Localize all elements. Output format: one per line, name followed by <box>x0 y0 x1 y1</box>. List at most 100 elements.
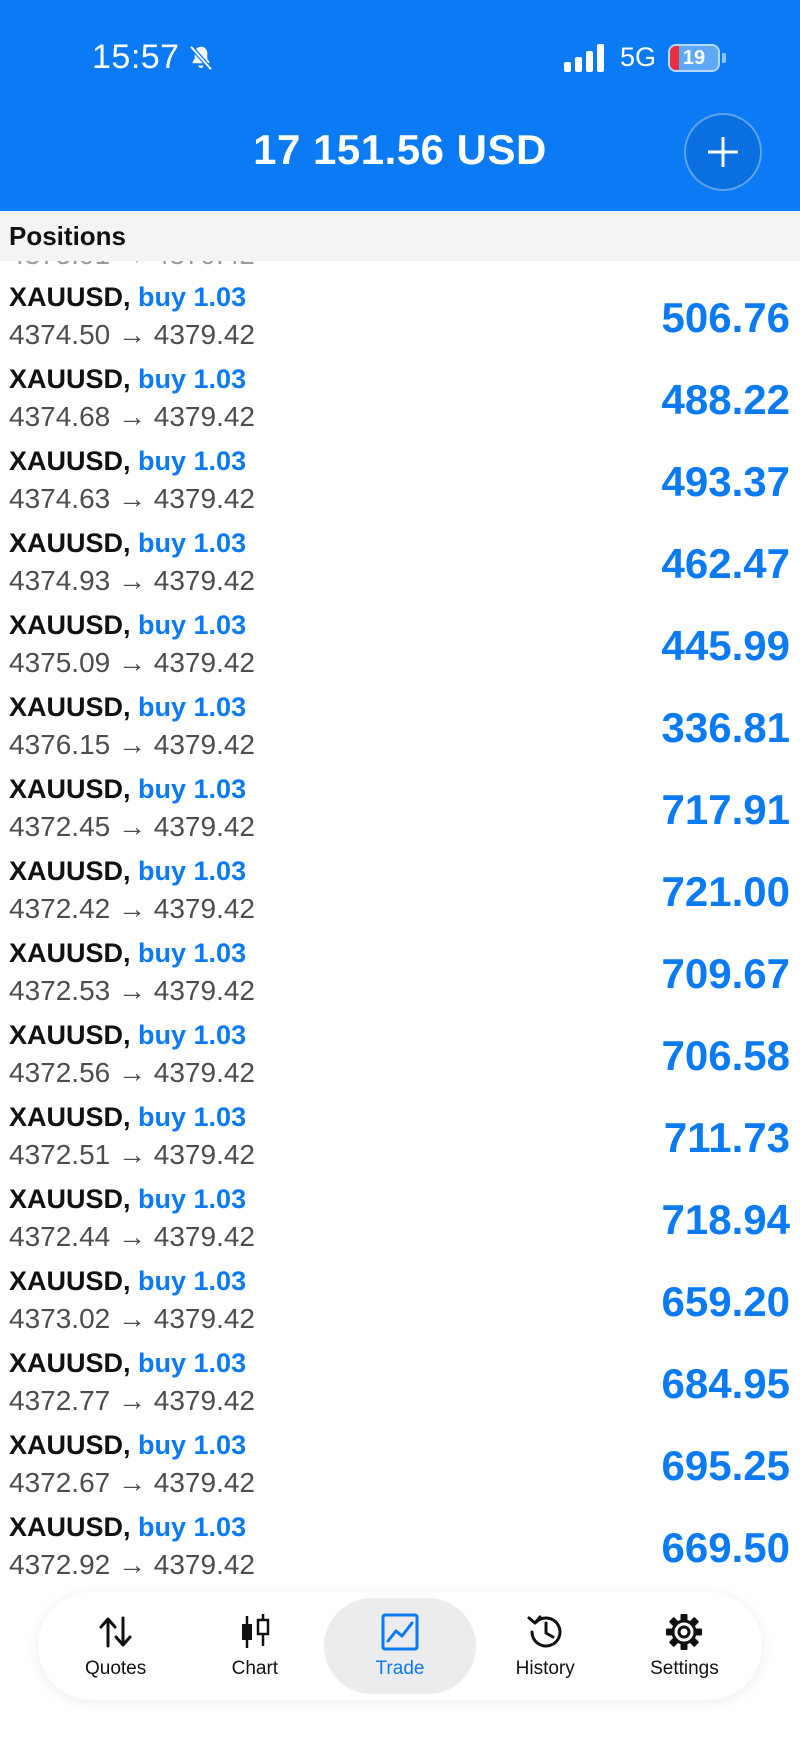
current-price: 4379.42 <box>153 975 255 1006</box>
open-price: 4373.02 <box>9 1303 111 1334</box>
tab-history[interactable]: History <box>476 1598 615 1694</box>
position-row[interactable]: XAUUSD, buy 1.03 4375.09 → 4379.42 445.99 <box>0 610 800 692</box>
position-side-volume: buy 1.03 <box>138 446 247 476</box>
arrow-right-icon: → <box>118 1303 146 1334</box>
position-symbol: XAUUSD, <box>9 938 131 968</box>
battery-tip <box>722 52 726 63</box>
arrow-right-icon: → <box>118 893 146 924</box>
current-price: 4379.42 <box>153 319 255 350</box>
open-price: 4374.50 <box>9 319 111 350</box>
position-symbol: XAUUSD, <box>9 282 131 312</box>
position-row[interactable]: XAUUSD, buy 1.03 4372.92 → 4379.42 669.50 <box>0 1512 800 1594</box>
status-time-text: 15:57 <box>92 38 180 76</box>
position-row[interactable]: XAUUSD, buy 1.03 4372.45 → 4379.42 717.91 <box>0 774 800 856</box>
position-symbol: XAUUSD, <box>9 528 131 558</box>
position-title: XAUUSD, buy 1.03 <box>9 692 246 723</box>
tab-quotes[interactable]: Quotes <box>46 1598 185 1694</box>
current-price: 4379.42 <box>153 1303 255 1334</box>
open-price: 4374.68 <box>9 401 111 432</box>
arrow-right-icon: → <box>118 1139 146 1170</box>
position-title: XAUUSD, buy 1.03 <box>9 1266 246 1297</box>
signal-icon <box>563 43 604 72</box>
plus-icon <box>708 137 738 167</box>
position-profit: 721.00 <box>661 868 790 915</box>
position-symbol: XAUUSD, <box>9 1184 131 1214</box>
position-side-volume: buy 1.03 <box>138 610 247 640</box>
position-prices: 4374.63 → 4379.42 <box>9 483 255 515</box>
tab-trade[interactable]: Trade <box>324 1598 476 1694</box>
gear-icon <box>666 1614 703 1650</box>
position-profit: 711.73 <box>663 1114 790 1161</box>
position-title: XAUUSD, buy 1.03 <box>9 282 246 313</box>
tab-label: Trade <box>375 1658 425 1679</box>
position-profit: 488.22 <box>661 376 790 423</box>
arrow-right-icon: → <box>118 975 146 1006</box>
position-prices: 4372.77 → 4379.42 <box>9 1385 255 1417</box>
position-title: XAUUSD, buy 1.03 <box>9 1512 246 1543</box>
tab-chart[interactable]: Chart <box>185 1598 324 1694</box>
trade-chart-icon <box>381 1613 419 1651</box>
position-row[interactable]: XAUUSD, buy 1.03 4372.56 → 4379.42 706.58 <box>0 1020 800 1102</box>
position-row[interactable]: XAUUSD, buy 1.03 4372.42 → 4379.42 721.00 <box>0 856 800 938</box>
position-row[interactable]: XAUUSD, buy 1.03 4374.93 → 4379.42 462.47 <box>0 528 800 610</box>
status-time: 15:57 <box>92 38 216 77</box>
position-side-volume: buy 1.03 <box>138 282 247 312</box>
position-side-volume: buy 1.03 <box>138 1266 247 1296</box>
open-price: 4372.45 <box>9 811 111 842</box>
tab-label: Chart <box>231 1658 279 1679</box>
bottom-tab-bar: Quotes Chart Trade History Settings <box>38 1592 762 1700</box>
position-symbol: XAUUSD, <box>9 1020 131 1050</box>
arrow-right-icon: → <box>118 401 146 432</box>
position-row[interactable]: XAUUSD, buy 1.03 4374.50 → 4379.42 506.76 <box>0 282 800 364</box>
arrow-right-icon: → <box>118 1467 146 1498</box>
current-price: 4379.42 <box>153 483 255 514</box>
position-row[interactable]: XAUUSD, buy 1.03 4372.53 → 4379.42 709.67 <box>0 938 800 1020</box>
new-order-button[interactable] <box>684 113 762 191</box>
positions-list[interactable]: 4375.91 → 4379.42 XAUUSD, buy 1.03 4374.5… <box>0 261 800 1601</box>
position-profit: 336.81 <box>661 704 790 751</box>
position-profit: 706.58 <box>661 1032 790 1079</box>
position-row[interactable]: XAUUSD, buy 1.03 4374.63 → 4379.42 493.37 <box>0 446 800 528</box>
position-title: XAUUSD, buy 1.03 <box>9 1430 246 1461</box>
account-balance: 17 151.56 USD <box>253 126 547 173</box>
bell-slash-icon <box>188 44 213 71</box>
position-side-volume: buy 1.03 <box>138 692 247 722</box>
position-symbol: XAUUSD, <box>9 1102 131 1132</box>
position-symbol: XAUUSD, <box>9 446 131 476</box>
position-symbol: XAUUSD, <box>9 856 131 886</box>
partial-position-row: 4375.91 → 4379.42 <box>9 261 255 271</box>
current-price: 4379.42 <box>153 401 255 432</box>
tab-label: Settings <box>650 1658 719 1679</box>
arrow-right-icon: → <box>118 483 146 514</box>
arrow-right-icon: → <box>118 319 146 350</box>
position-row[interactable]: XAUUSD, buy 1.03 4372.44 → 4379.42 718.94 <box>0 1184 800 1266</box>
position-side-volume: buy 1.03 <box>138 938 247 968</box>
position-title: XAUUSD, buy 1.03 <box>9 856 246 887</box>
position-prices: 4372.67 → 4379.42 <box>9 1467 255 1499</box>
position-row[interactable]: XAUUSD, buy 1.03 4372.67 → 4379.42 695.25 <box>0 1430 800 1512</box>
position-row[interactable]: XAUUSD, buy 1.03 4372.77 → 4379.42 684.95 <box>0 1348 800 1430</box>
open-price: 4372.42 <box>9 893 111 924</box>
arrow-right-icon: → <box>118 565 146 596</box>
candlestick-chart-icon <box>241 1614 270 1648</box>
current-price: 4379.42 <box>153 1057 255 1088</box>
position-side-volume: buy 1.03 <box>138 774 247 804</box>
current-price: 4379.42 <box>153 565 255 596</box>
position-title: XAUUSD, buy 1.03 <box>9 774 246 805</box>
position-title: XAUUSD, buy 1.03 <box>9 1184 246 1215</box>
position-row[interactable]: XAUUSD, buy 1.03 4373.02 → 4379.42 659.20 <box>0 1266 800 1348</box>
open-price: 4372.53 <box>9 975 111 1006</box>
position-side-volume: buy 1.03 <box>138 1512 247 1542</box>
position-row[interactable]: XAUUSD, buy 1.03 4372.51 → 4379.42 711.73 <box>0 1102 800 1184</box>
open-price: 4372.51 <box>9 1139 111 1170</box>
position-symbol: XAUUSD, <box>9 610 131 640</box>
position-row[interactable]: XAUUSD, buy 1.03 4374.68 → 4379.42 488.22 <box>0 364 800 446</box>
arrow-right-icon: → <box>118 729 146 760</box>
tab-settings[interactable]: Settings <box>615 1598 754 1694</box>
position-profit: 684.95 <box>661 1360 790 1407</box>
network-type: 5G <box>619 42 656 72</box>
position-prices: 4372.42 → 4379.42 <box>9 893 255 925</box>
position-row[interactable]: XAUUSD, buy 1.03 4376.15 → 4379.42 336.81 <box>0 692 800 774</box>
position-side-volume: buy 1.03 <box>138 364 247 394</box>
tab-label: History <box>515 1658 575 1679</box>
